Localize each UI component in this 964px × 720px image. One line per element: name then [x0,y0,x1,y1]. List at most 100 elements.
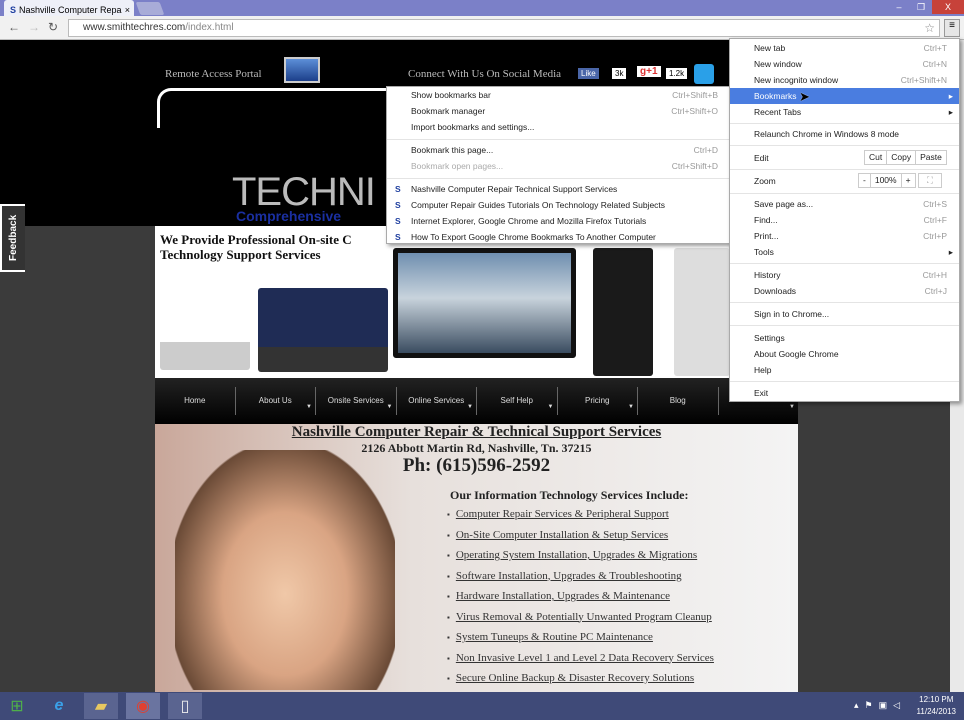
menu-separator [730,325,959,326]
menu-item-history[interactable]: History Ctrl+H [754,267,947,283]
service-link[interactable]: Non Invasive Level 1 and Level 2 Data Re… [447,652,714,673]
close-window-button[interactable]: X [932,0,964,14]
app-taskbar-icon[interactable]: ▯ [168,693,202,719]
maximize-button[interactable]: ❐ [910,0,932,14]
clock-date: 11/24/2013 [916,707,956,716]
chrome-menu: New tab Ctrl+T New window Ctrl+N New incog… [729,38,960,402]
site-favicon-icon: S [395,184,401,194]
router-image [160,300,250,370]
chrome-taskbar-icon[interactable]: ◉ [126,693,160,719]
window-controls: – ❐ X [888,0,964,14]
internet-explorer-icon[interactable]: e [42,693,76,719]
address: 2126 Abbott Martin Rd, Nashville, Tn. 37… [361,441,592,455]
menu-item-find[interactable]: Find... Ctrl+F [754,212,947,228]
bookmark-item[interactable]: S Nashville Computer Repair Technical Sup… [395,181,718,197]
tab-close-icon[interactable]: × [125,5,130,15]
menu-item-help[interactable]: Help [754,362,947,378]
printer-image [674,248,730,376]
zoom-in-button[interactable]: + [902,174,915,187]
menu-separator [730,381,959,382]
support-agent-image [175,450,395,690]
bookmark-item[interactable]: S Computer Repair Guides Tutorials On Tec… [395,197,718,213]
minimize-button[interactable]: – [888,0,910,14]
tagline: We Provide Professional On-site C Techno… [160,232,352,262]
menu-item-about-chrome[interactable]: About Google Chrome [754,346,947,362]
clock-time: 12:10 PM [919,695,954,704]
phone-number: Ph: (615)596-2592 [402,455,551,476]
url-host: www.smithtechres.com [83,22,186,33]
service-link[interactable]: Operating System Installation, Upgrades … [447,549,714,570]
menu-item-downloads[interactable]: Downloads Ctrl+J [754,283,947,299]
forward-icon[interactable]: → [28,20,40,34]
service-link[interactable]: On-Site Computer Installation & Setup Se… [447,529,714,550]
taskbar-clock[interactable]: 12:10 PM 11/24/2013 [917,694,956,718]
menu-item-bookmark-manager[interactable]: Bookmark manager Ctrl+Shift+O [411,103,718,119]
service-link[interactable]: Computer Repair Services & Peripheral Su… [447,508,714,529]
nav-blog[interactable]: Blog [638,387,719,415]
menu-item-exit[interactable]: Exit [754,385,947,401]
site-nav: Home About Us ▼ Onsite Services ▼ Online S… [155,378,798,424]
bookmark-item[interactable]: S How To Export Google Chrome Bookmarks T… [395,229,718,245]
menu-separator [730,145,959,146]
browser-tab[interactable]: S Nashville Computer Repai × [4,0,134,16]
submenu-arrow-icon: ▸ [948,247,953,257]
nav-self-help[interactable]: Self Help ▼ [477,387,558,415]
back-icon[interactable]: ← [8,20,20,34]
menu-item-save-page[interactable]: Save page as... Ctrl+S [754,196,947,212]
site-favicon-icon: S [395,216,401,226]
bookmark-star-icon[interactable]: ☆ [924,21,935,35]
service-link[interactable]: Hardware Installation, Upgrades & Mainte… [447,590,714,611]
menu-item-recent-tabs[interactable]: Recent Tabs ▸ [754,104,953,120]
remote-access-link[interactable]: Remote Access Portal [165,68,262,80]
cut-button[interactable]: Cut [865,151,888,164]
service-link[interactable]: Software Installation, Upgrades & Troubl… [447,570,714,591]
service-link[interactable]: Secure Online Backup & Disaster Recovery… [447,672,714,693]
menu-item-new-tab[interactable]: New tab Ctrl+T [754,40,947,56]
submenu-arrow-icon: ▸ [948,91,953,101]
service-link[interactable]: Virus Removal & Potentially Unwanted Pro… [447,611,714,632]
menu-item-print[interactable]: Print... Ctrl+P [754,228,947,244]
service-link[interactable]: System Tuneups & Routine PC Maintenance [447,631,714,652]
nav-onsite-services[interactable]: Onsite Services ▼ [316,387,397,415]
paste-button[interactable]: Paste [916,151,946,164]
fullscreen-icon: ⛶ [927,175,933,185]
new-tab-button[interactable] [135,2,165,15]
monitor-image [393,248,576,358]
menu-item-relaunch-windows-8[interactable]: Relaunch Chrome in Windows 8 mode [754,126,947,142]
menu-separator [387,178,730,179]
menu-separator [730,193,959,194]
twitter-icon[interactable] [694,64,714,84]
menu-item-settings[interactable]: Settings [754,330,947,346]
menu-item-new-window[interactable]: New window Ctrl+N [754,56,947,72]
nav-online-services[interactable]: Online Services ▼ [397,387,477,415]
page-heading[interactable]: Nashville Computer Repair & Technical Su… [155,424,798,441]
file-explorer-icon[interactable]: ▰ [84,693,118,719]
system-tray-icons[interactable]: ▴⚑▣◁ [854,700,906,711]
laptop-image [258,288,388,372]
menu-item-show-bookmarks-bar[interactable]: Show bookmarks bar Ctrl+Shift+B [411,87,718,103]
google-plus-button[interactable]: g+1 [637,66,661,77]
menu-item-bookmark-this-page[interactable]: Bookmark this page... Ctrl+D [411,142,718,158]
fullscreen-button[interactable]: ⛶ [918,173,942,188]
imac-icon[interactable] [284,57,320,83]
menu-separator [730,263,959,264]
facebook-like-button[interactable]: Like [578,68,599,79]
nav-about-us[interactable]: About Us ▼ [236,387,316,415]
menu-item-bookmarks[interactable]: Bookmarks ▸ [730,88,959,104]
bookmark-item[interactable]: S Internet Explorer, Google Chrome and Mo… [395,213,718,229]
reload-icon[interactable]: ↻ [48,20,58,34]
menu-item-import-bookmarks[interactable]: Import bookmarks and settings... [411,119,718,135]
chrome-menu-button[interactable]: ≡ [944,19,960,37]
menu-item-new-incognito-window[interactable]: New incognito window Ctrl+Shift+N [754,72,947,88]
menu-item-sign-in[interactable]: Sign in to Chrome... [754,306,947,322]
start-button[interactable]: ⊞ [0,693,34,719]
address-bar[interactable]: www.smithtechres.com/index.html ☆ [68,19,940,37]
site-logo-tagline: Comprehensive [236,208,342,224]
menu-separator [730,169,959,170]
nav-pricing[interactable]: Pricing ▼ [558,387,638,415]
nav-home[interactable]: Home [155,387,236,415]
zoom-out-button[interactable]: - [859,174,871,187]
copy-button[interactable]: Copy [887,151,917,164]
menu-item-tools[interactable]: Tools ▸ [754,244,953,260]
feedback-tab[interactable]: Feedback [0,204,25,272]
